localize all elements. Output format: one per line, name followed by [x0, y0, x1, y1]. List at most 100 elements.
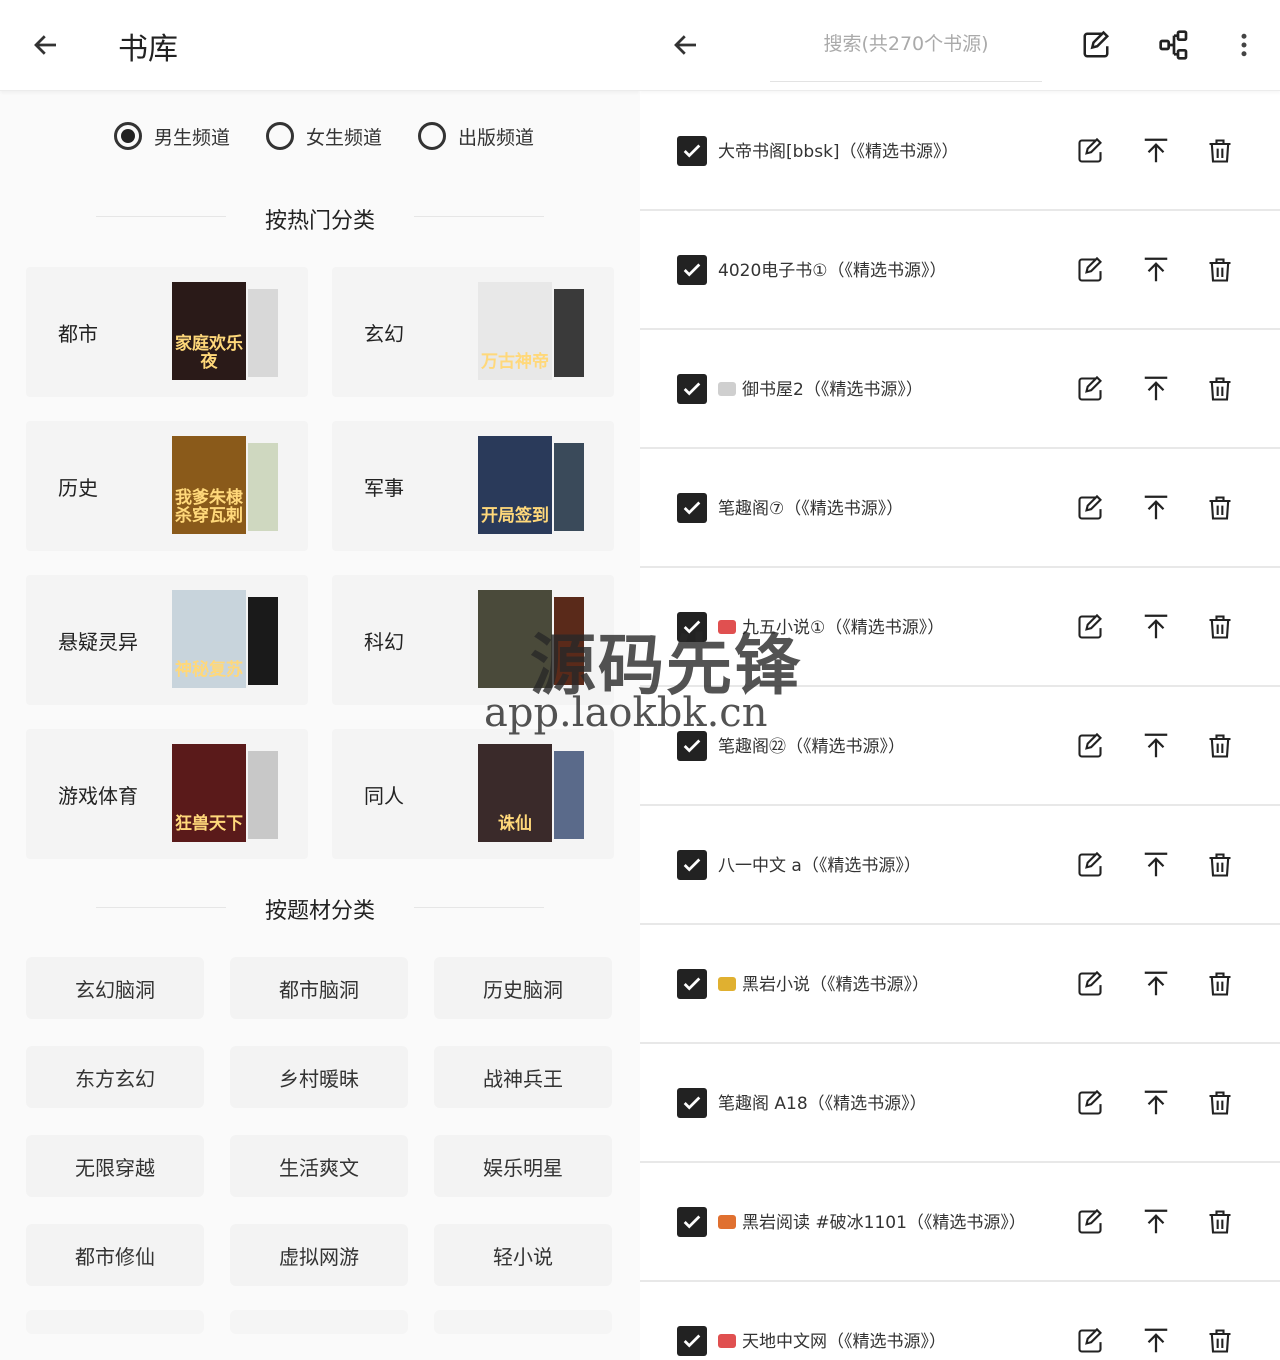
arrow-left-icon: [34, 35, 56, 55]
theme-tag-partial[interactable]: [26, 1310, 204, 1334]
edit-source-button[interactable]: [1071, 1084, 1109, 1122]
channel-label: 出版频道: [458, 126, 535, 149]
edit-source-button[interactable]: [1071, 1203, 1109, 1241]
source-enabled-checkbox[interactable]: [677, 731, 707, 761]
edit-source-button[interactable]: [1071, 965, 1109, 1003]
move-to-top-button[interactable]: [1137, 1203, 1175, 1241]
delete-source-button[interactable]: [1201, 1322, 1239, 1360]
book-cover: 家庭欢乐夜: [172, 282, 246, 380]
delete-source-button[interactable]: [1201, 370, 1239, 408]
theme-tag[interactable]: 东方玄幻: [26, 1046, 204, 1108]
group-button[interactable]: [1154, 25, 1194, 65]
edit-source-button[interactable]: [1071, 370, 1109, 408]
source-row[interactable]: 笔趣阁㉒（《精选书源》）: [640, 687, 1280, 806]
source-row[interactable]: 笔趣阁 A18（《精选书源》）: [640, 1044, 1280, 1163]
source-row[interactable]: 黑岩阅读 #破冰1101（《精选书源》）: [640, 1163, 1280, 1282]
channel-radio-publish[interactable]: 出版频道: [418, 122, 534, 150]
channel-radio-female[interactable]: 女生频道: [266, 122, 382, 150]
hot-category-card[interactable]: 悬疑灵异 神秘复苏: [26, 575, 308, 705]
source-enabled-checkbox[interactable]: [677, 374, 707, 404]
theme-tag[interactable]: 生活爽文: [230, 1135, 408, 1197]
delete-source-button[interactable]: [1201, 1203, 1239, 1241]
edit-source-button[interactable]: [1071, 608, 1109, 646]
theme-tag[interactable]: 娱乐明星: [434, 1135, 612, 1197]
hot-category-card[interactable]: 游戏体育 狂兽天下: [26, 729, 308, 859]
edit-source-button[interactable]: [1076, 25, 1116, 65]
move-to-top-button[interactable]: [1137, 727, 1175, 765]
delete-source-button[interactable]: [1201, 965, 1239, 1003]
source-row[interactable]: 御书屋2（《精选书源》）: [640, 330, 1280, 449]
move-to-top-button[interactable]: [1137, 846, 1175, 884]
delete-source-button[interactable]: [1201, 251, 1239, 289]
edit-source-button[interactable]: [1071, 489, 1109, 527]
theme-tag-partial[interactable]: [434, 1310, 612, 1334]
move-to-top-button[interactable]: [1137, 132, 1175, 170]
hot-category-card[interactable]: 历史 我爹朱棣杀穿瓦剌: [26, 421, 308, 551]
delete-source-button[interactable]: [1201, 489, 1239, 527]
theme-tag[interactable]: 历史脑洞: [434, 957, 612, 1019]
source-row[interactable]: 天地中文网（《精选书源》）: [640, 1282, 1280, 1360]
hot-category-card[interactable]: 都市 家庭欢乐夜: [26, 267, 308, 397]
edit-source-button[interactable]: [1071, 727, 1109, 765]
source-row[interactable]: 大帝书阁[bbsk]（《精选书源》）: [640, 92, 1280, 211]
delete-source-button[interactable]: [1201, 132, 1239, 170]
theme-tag-partial[interactable]: [230, 1310, 408, 1334]
source-enabled-checkbox[interactable]: [677, 1326, 707, 1356]
source-row[interactable]: 黑岩小说（《精选书源》）: [640, 925, 1280, 1044]
theme-tag[interactable]: 战神兵王: [434, 1046, 612, 1108]
more-menu-button[interactable]: [1224, 25, 1264, 65]
theme-tag[interactable]: 都市修仙: [26, 1224, 204, 1286]
source-enabled-checkbox[interactable]: [677, 136, 707, 166]
hierarchy-icon: [1159, 30, 1188, 60]
move-to-top-button[interactable]: [1137, 1322, 1175, 1360]
move-to-top-button[interactable]: [1137, 965, 1175, 1003]
hot-category-card[interactable]: 军事 开局签到: [332, 421, 614, 551]
theme-tag[interactable]: 无限穿越: [26, 1135, 204, 1197]
theme-tag[interactable]: 虚拟网游: [230, 1224, 408, 1286]
source-row[interactable]: 九五小说①（《精选书源》）: [640, 568, 1280, 687]
theme-tag[interactable]: 轻小说: [434, 1224, 612, 1286]
edit-source-button[interactable]: [1071, 132, 1109, 170]
hot-category-card[interactable]: 同人 诛仙: [332, 729, 614, 859]
edit-note-icon: [1078, 375, 1102, 401]
delete-source-button[interactable]: [1201, 608, 1239, 646]
move-to-top-button[interactable]: [1137, 370, 1175, 408]
back-button[interactable]: [666, 25, 706, 65]
source-enabled-checkbox[interactable]: [677, 1207, 707, 1237]
edit-source-button[interactable]: [1071, 251, 1109, 289]
move-to-top-button[interactable]: [1137, 1084, 1175, 1122]
source-row[interactable]: 笔趣阁⑦（《精选书源》）: [640, 449, 1280, 568]
delete-source-button[interactable]: [1201, 846, 1239, 884]
source-enabled-checkbox[interactable]: [677, 850, 707, 880]
book-cover: 神秘复苏: [172, 590, 246, 688]
move-to-top-button[interactable]: [1137, 489, 1175, 527]
move-to-top-button[interactable]: [1137, 251, 1175, 289]
move-to-top-button[interactable]: [1137, 608, 1175, 646]
channel-radio-male[interactable]: 男生频道: [114, 122, 230, 150]
source-emoji-icon: [718, 1215, 736, 1229]
source-enabled-checkbox[interactable]: [677, 612, 707, 642]
radio-unchecked-icon: [266, 122, 294, 150]
edit-source-button[interactable]: [1071, 1322, 1109, 1360]
theme-tag[interactable]: 都市脑洞: [230, 957, 408, 1019]
vertical-align-top-icon: [1144, 1328, 1168, 1353]
source-name: 大帝书阁[bbsk]（《精选书源》）: [718, 137, 959, 162]
hot-category-card[interactable]: 玄幻 万古神帝: [332, 267, 614, 397]
source-enabled-checkbox[interactable]: [677, 969, 707, 999]
hot-category-card[interactable]: 科幻: [332, 575, 614, 705]
trash-icon: [1209, 1091, 1231, 1115]
delete-source-button[interactable]: [1201, 1084, 1239, 1122]
source-row[interactable]: 八一中文 a（《精选书源》）: [640, 806, 1280, 925]
theme-tag[interactable]: 乡村暖昧: [230, 1046, 408, 1108]
edit-source-button[interactable]: [1071, 846, 1109, 884]
theme-tag[interactable]: 玄幻脑洞: [26, 957, 204, 1019]
source-enabled-checkbox[interactable]: [677, 493, 707, 523]
check-icon: [683, 620, 701, 634]
delete-source-button[interactable]: [1201, 727, 1239, 765]
source-enabled-checkbox[interactable]: [677, 1088, 707, 1118]
edit-note-icon: [1078, 1089, 1102, 1115]
back-button[interactable]: [26, 25, 66, 65]
source-search-input[interactable]: 搜索(共270个书源): [770, 20, 1042, 82]
source-enabled-checkbox[interactable]: [677, 255, 707, 285]
source-row[interactable]: 4020电子书①（《精选书源》）: [640, 211, 1280, 330]
